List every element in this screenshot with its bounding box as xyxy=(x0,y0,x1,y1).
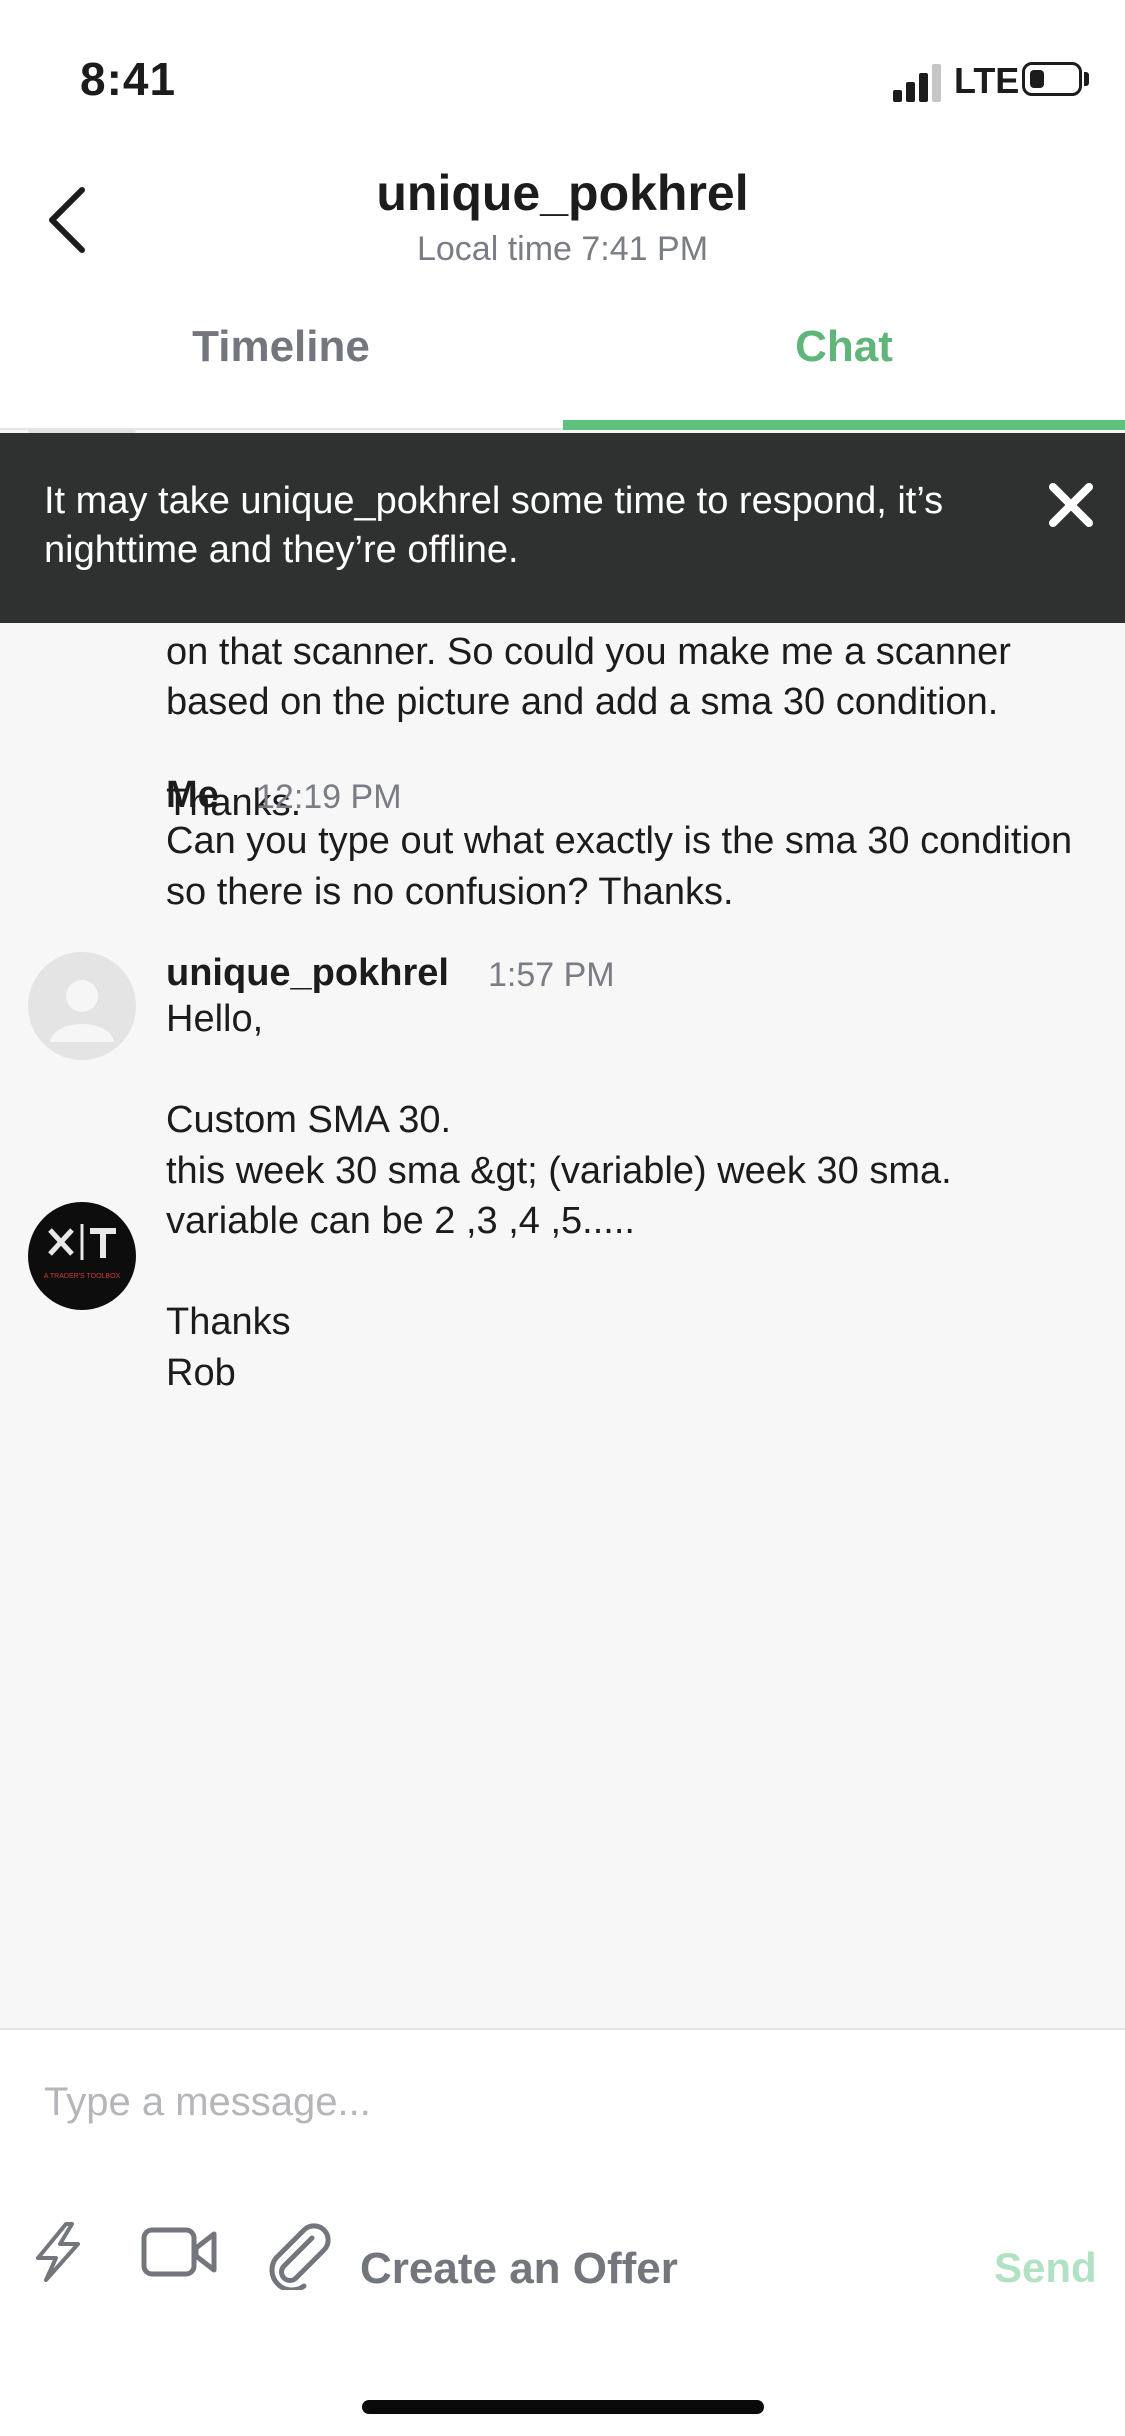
message-text: Can you type out what exactly is the sma… xyxy=(166,820,1083,913)
paperclip-icon[interactable] xyxy=(264,2220,334,2290)
message-composer: Type a message... Create an Offer Send xyxy=(0,2030,1125,2436)
lightning-icon[interactable] xyxy=(28,2220,88,2284)
avatar xyxy=(28,952,136,1060)
tab-chat[interactable]: Chat xyxy=(563,322,1125,372)
message-time: 1:57 PM xyxy=(488,956,615,994)
active-tab-indicator xyxy=(563,420,1125,430)
svg-text:A TRADER'S TOOLBOX: A TRADER'S TOOLBOX xyxy=(44,1273,121,1280)
offline-banner: It may take unique_pokhrel some time to … xyxy=(0,433,1125,623)
home-indicator xyxy=(362,2400,764,2414)
close-icon[interactable] xyxy=(1045,479,1097,531)
banner-text: It may take unique_pokhrel some time to … xyxy=(44,480,944,571)
status-time: 8:41 xyxy=(80,53,177,105)
default-user-icon xyxy=(50,980,114,1042)
video-camera-icon[interactable] xyxy=(140,2220,218,2284)
toolbox-logo-icon: A TRADER'S TOOLBOX xyxy=(44,1224,121,1280)
create-offer-button[interactable]: Create an Offer xyxy=(360,2244,678,2294)
send-button[interactable]: Send xyxy=(994,2244,1097,2292)
message-list[interactable]: Hello, Thank you for your Patience. to m… xyxy=(0,430,1125,2028)
battery-icon xyxy=(1022,62,1082,96)
message-sender: Me xyxy=(166,774,219,816)
message-input[interactable]: Type a message... xyxy=(44,2080,371,2125)
local-time: Local time 7:41 PM xyxy=(416,230,709,268)
status-bar: 8:41 LTE xyxy=(0,0,1125,150)
message-sender: unique_pokhrel xyxy=(166,952,449,994)
message-time: 12:19 PM xyxy=(256,778,402,816)
contact-name: unique_pokhrel xyxy=(376,165,749,221)
chat-header: unique_pokhrel Local time 7:41 PM Timeli… xyxy=(0,150,1125,430)
network-label: LTE xyxy=(954,60,1020,101)
tab-timeline[interactable]: Timeline xyxy=(0,322,562,372)
message-text: Hello, Custom SMA 30. this week 30 sma &… xyxy=(166,998,952,1394)
signal-icon xyxy=(893,64,941,102)
avatar: A TRADER'S TOOLBOX xyxy=(28,1202,136,1310)
